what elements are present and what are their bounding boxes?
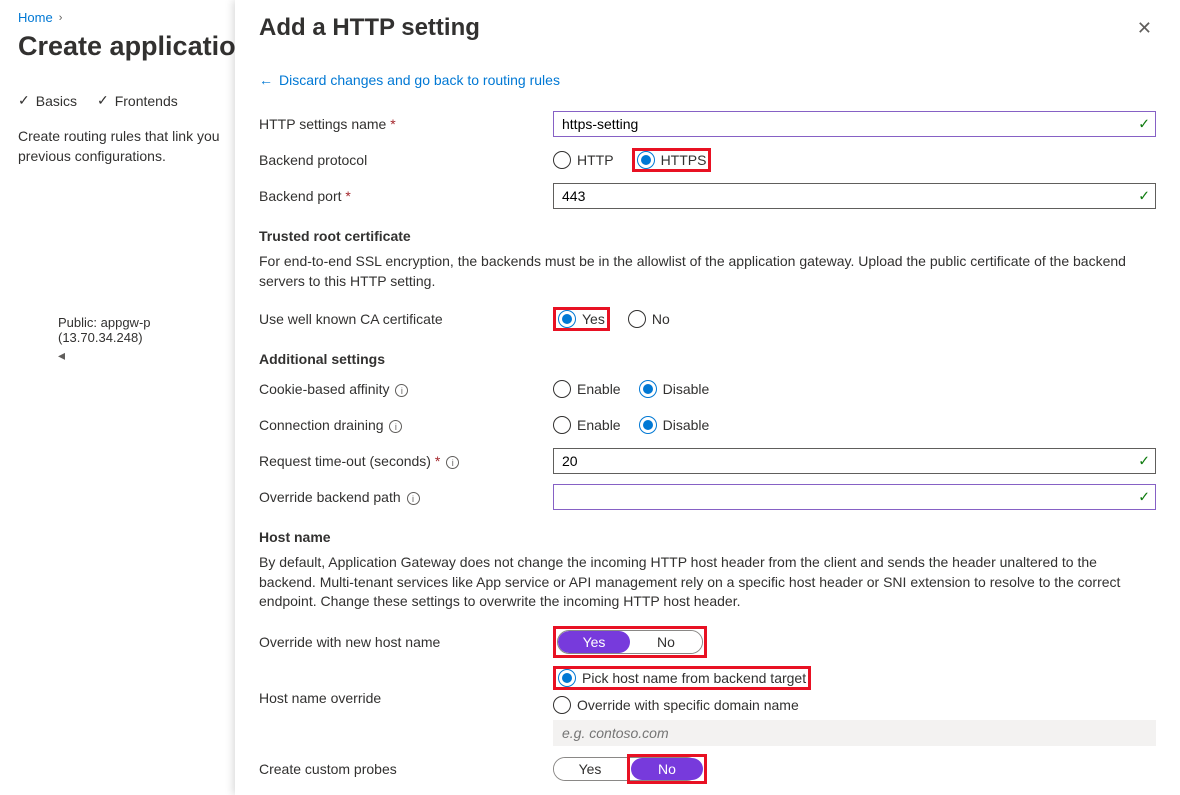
radio-drain-disable[interactable]: Disable bbox=[639, 416, 710, 434]
radio-ca-yes[interactable]: Yes bbox=[558, 310, 605, 328]
pill-yes[interactable]: Yes bbox=[558, 631, 630, 653]
breadcrumb-home[interactable]: Home bbox=[18, 10, 53, 25]
timeout-input[interactable] bbox=[553, 448, 1156, 474]
tab-frontends[interactable]: ✓ Frontends bbox=[97, 92, 178, 109]
info-icon[interactable]: i bbox=[389, 420, 402, 433]
hostname-heading: Host name bbox=[259, 529, 1156, 545]
label-custom-probes: Create custom probes bbox=[259, 761, 553, 777]
radio-pick-host[interactable]: Pick host name from backend target bbox=[558, 669, 806, 687]
label-name: HTTP settings name * bbox=[259, 116, 553, 132]
panel-title: Add a HTTP setting bbox=[259, 14, 480, 42]
label-cookie: Cookie-based affinity i bbox=[259, 381, 553, 397]
highlight-override-yes: Yes No bbox=[553, 626, 707, 658]
domain-name-input bbox=[553, 720, 1156, 746]
arrow-left-icon: ← bbox=[259, 72, 273, 88]
label-port: Backend port * bbox=[259, 188, 553, 204]
check-icon: ✓ bbox=[18, 92, 30, 109]
label-override-host: Override with new host name bbox=[259, 634, 553, 650]
label-override-path: Override backend path i bbox=[259, 489, 553, 505]
close-icon[interactable]: ✕ bbox=[1133, 14, 1156, 43]
http-settings-name-input[interactable] bbox=[553, 111, 1156, 137]
override-path-input[interactable] bbox=[553, 484, 1156, 510]
label-protocol: Backend protocol bbox=[259, 152, 553, 168]
additional-heading: Additional settings bbox=[259, 351, 1156, 367]
tab-basics[interactable]: ✓ Basics bbox=[18, 92, 77, 109]
info-icon[interactable]: i bbox=[446, 456, 459, 469]
highlight-probes-no: No bbox=[627, 754, 707, 784]
override-host-toggle[interactable]: Yes No bbox=[557, 630, 703, 654]
hostname-text: By default, Application Gateway does not… bbox=[259, 553, 1156, 612]
highlight-ca-yes: Yes bbox=[553, 307, 610, 331]
check-icon: ✓ bbox=[97, 92, 109, 109]
highlight-pick-host: Pick host name from backend target bbox=[553, 666, 811, 690]
trusted-text: For end-to-end SSL encryption, the backe… bbox=[259, 252, 1156, 291]
label-drain: Connection draining i bbox=[259, 417, 553, 433]
radio-ca-no[interactable]: No bbox=[628, 310, 670, 328]
discard-link[interactable]: ← Discard changes and go back to routing… bbox=[259, 72, 1156, 88]
chevron-right-icon: › bbox=[59, 12, 63, 24]
label-ca: Use well known CA certificate bbox=[259, 311, 553, 327]
highlight-https: HTTPS bbox=[632, 148, 712, 172]
backend-port-input[interactable] bbox=[553, 183, 1156, 209]
radio-https[interactable]: HTTPS bbox=[637, 151, 707, 169]
pill-no[interactable]: No bbox=[630, 631, 702, 653]
radio-specific-domain[interactable]: Override with specific domain name bbox=[553, 696, 1156, 714]
radio-drain-enable[interactable]: Enable bbox=[553, 416, 621, 434]
pill-probes-no[interactable]: No bbox=[631, 758, 703, 780]
info-icon[interactable]: i bbox=[407, 492, 420, 505]
pill-probes-yes[interactable]: Yes bbox=[554, 758, 626, 780]
http-setting-panel: Add a HTTP setting ✕ ← Discard changes a… bbox=[235, 0, 1180, 795]
label-host-override: Host name override bbox=[259, 666, 553, 706]
label-timeout: Request time-out (seconds) * i bbox=[259, 453, 553, 469]
radio-cookie-enable[interactable]: Enable bbox=[553, 380, 621, 398]
info-icon[interactable]: i bbox=[395, 384, 408, 397]
trusted-heading: Trusted root certificate bbox=[259, 228, 1156, 244]
radio-http[interactable]: HTTP bbox=[553, 151, 614, 169]
radio-cookie-disable[interactable]: Disable bbox=[639, 380, 710, 398]
